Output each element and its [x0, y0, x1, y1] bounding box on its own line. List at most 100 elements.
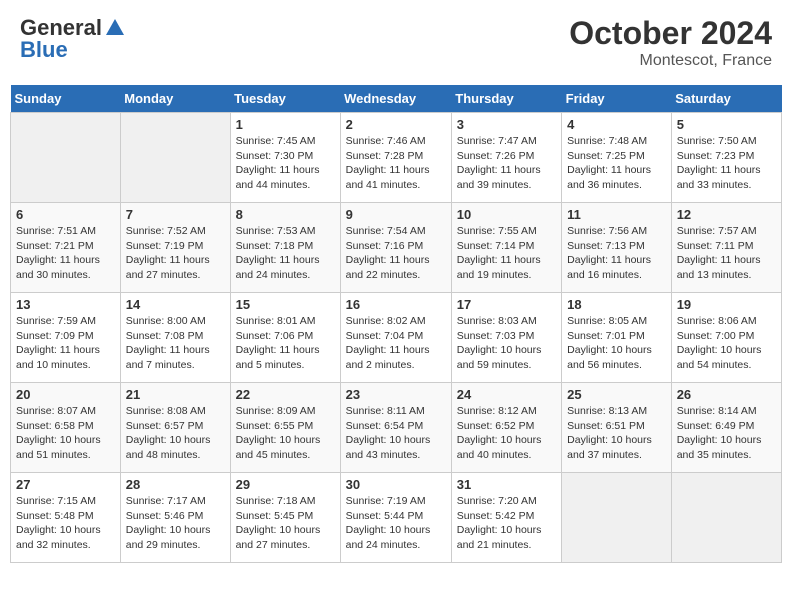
- day-number: 17: [457, 297, 556, 312]
- calendar-table: SundayMondayTuesdayWednesdayThursdayFrid…: [10, 85, 782, 563]
- header-row: SundayMondayTuesdayWednesdayThursdayFrid…: [11, 85, 782, 113]
- day-info: Sunrise: 8:09 AM Sunset: 6:55 PM Dayligh…: [236, 404, 335, 463]
- title-block: October 2024 Montescot, France: [569, 15, 772, 70]
- location: Montescot, France: [569, 52, 772, 70]
- day-info: Sunrise: 8:08 AM Sunset: 6:57 PM Dayligh…: [126, 404, 225, 463]
- day-number: 23: [346, 387, 446, 402]
- day-cell: [671, 473, 781, 563]
- day-cell: 10Sunrise: 7:55 AM Sunset: 7:14 PM Dayli…: [451, 203, 561, 293]
- day-info: Sunrise: 8:05 AM Sunset: 7:01 PM Dayligh…: [567, 314, 666, 373]
- day-info: Sunrise: 7:50 AM Sunset: 7:23 PM Dayligh…: [677, 134, 776, 193]
- day-number: 8: [236, 207, 335, 222]
- day-info: Sunrise: 8:06 AM Sunset: 7:00 PM Dayligh…: [677, 314, 776, 373]
- day-cell: 18 Sunrise: 8:05 AM Sunset: 7:01 PM Dayli…: [562, 293, 672, 383]
- day-cell: 25 Sunrise: 8:13 AM Sunset: 6:51 PM Dayli…: [562, 383, 672, 473]
- day-info: Sunrise: 8:03 AM Sunset: 7:03 PM Dayligh…: [457, 314, 556, 373]
- day-cell: 8 Sunrise: 7:53 AM Sunset: 7:18 PM Daylig…: [230, 203, 340, 293]
- day-number: 13: [16, 297, 115, 312]
- week-row-5: 27 Sunrise: 7:15 AM Sunset: 5:48 PM Dayli…: [11, 473, 782, 563]
- day-info: Sunrise: 7:59 AM Sunset: 7:09 PM Dayligh…: [16, 314, 115, 373]
- day-info: Sunrise: 7:18 AM Sunset: 5:45 PM Dayligh…: [236, 494, 335, 553]
- day-cell: 14 Sunrise: 8:00 AM Sunset: 7:08 PM Dayli…: [120, 293, 230, 383]
- day-number: 1: [236, 117, 335, 132]
- day-cell: 12 Sunrise: 7:57 AM Sunset: 7:11 PM Dayli…: [671, 203, 781, 293]
- day-cell: 11 Sunrise: 7:56 AM Sunset: 7:13 PM Dayli…: [562, 203, 672, 293]
- day-cell: 19 Sunrise: 8:06 AM Sunset: 7:00 PM Dayli…: [671, 293, 781, 383]
- day-info: Sunrise: 7:48 AM Sunset: 7:25 PM Dayligh…: [567, 134, 666, 193]
- day-cell: 7 Sunrise: 7:52 AM Sunset: 7:19 PM Daylig…: [120, 203, 230, 293]
- day-number: 5: [677, 117, 776, 132]
- day-info: Sunrise: 7:45 AM Sunset: 7:30 PM Dayligh…: [236, 134, 335, 193]
- day-cell: 31Sunrise: 7:20 AM Sunset: 5:42 PM Dayli…: [451, 473, 561, 563]
- day-cell: 30Sunrise: 7:19 AM Sunset: 5:44 PM Dayli…: [340, 473, 451, 563]
- day-cell: 3 Sunrise: 7:47 AM Sunset: 7:26 PM Daylig…: [451, 113, 561, 203]
- day-cell: 17 Sunrise: 8:03 AM Sunset: 7:03 PM Dayli…: [451, 293, 561, 383]
- logo-icon: [104, 17, 126, 39]
- day-cell: 13 Sunrise: 7:59 AM Sunset: 7:09 PM Dayli…: [11, 293, 121, 383]
- page-header: General Blue October 2024 Montescot, Fra…: [10, 10, 782, 75]
- day-info: Sunrise: 7:20 AM Sunset: 5:42 PM Dayligh…: [457, 494, 556, 553]
- day-cell: [562, 473, 672, 563]
- col-header-saturday: Saturday: [671, 85, 781, 113]
- day-number: 9: [346, 207, 446, 222]
- week-row-2: 6 Sunrise: 7:51 AM Sunset: 7:21 PM Daylig…: [11, 203, 782, 293]
- day-cell: [11, 113, 121, 203]
- day-info: Sunrise: 7:17 AM Sunset: 5:46 PM Dayligh…: [126, 494, 225, 553]
- day-number: 18: [567, 297, 666, 312]
- day-number: 30: [346, 477, 446, 492]
- day-cell: 9 Sunrise: 7:54 AM Sunset: 7:16 PM Daylig…: [340, 203, 451, 293]
- day-info: Sunrise: 7:51 AM Sunset: 7:21 PM Dayligh…: [16, 224, 115, 283]
- day-info: Sunrise: 8:13 AM Sunset: 6:51 PM Dayligh…: [567, 404, 666, 463]
- day-info: Sunrise: 8:07 AM Sunset: 6:58 PM Dayligh…: [16, 404, 115, 463]
- week-row-1: 1 Sunrise: 7:45 AM Sunset: 7:30 PM Daylig…: [11, 113, 782, 203]
- day-info: Sunrise: 8:12 AM Sunset: 6:52 PM Dayligh…: [457, 404, 556, 463]
- day-number: 4: [567, 117, 666, 132]
- col-header-tuesday: Tuesday: [230, 85, 340, 113]
- day-cell: [120, 113, 230, 203]
- col-header-friday: Friday: [562, 85, 672, 113]
- month-title: October 2024: [569, 15, 772, 52]
- day-number: 2: [346, 117, 446, 132]
- day-info: Sunrise: 7:52 AM Sunset: 7:19 PM Dayligh…: [126, 224, 225, 283]
- day-info: Sunrise: 7:46 AM Sunset: 7:28 PM Dayligh…: [346, 134, 446, 193]
- day-info: Sunrise: 8:01 AM Sunset: 7:06 PM Dayligh…: [236, 314, 335, 373]
- day-number: 6: [16, 207, 115, 222]
- day-info: Sunrise: 8:11 AM Sunset: 6:54 PM Dayligh…: [346, 404, 446, 463]
- day-info: Sunrise: 7:57 AM Sunset: 7:11 PM Dayligh…: [677, 224, 776, 283]
- day-number: 25: [567, 387, 666, 402]
- day-number: 7: [126, 207, 225, 222]
- day-cell: 20Sunrise: 8:07 AM Sunset: 6:58 PM Dayli…: [11, 383, 121, 473]
- day-number: 3: [457, 117, 556, 132]
- day-cell: 22 Sunrise: 8:09 AM Sunset: 6:55 PM Dayli…: [230, 383, 340, 473]
- day-number: 10: [457, 207, 556, 222]
- day-cell: 15 Sunrise: 8:01 AM Sunset: 7:06 PM Dayli…: [230, 293, 340, 383]
- day-cell: 23 Sunrise: 8:11 AM Sunset: 6:54 PM Dayli…: [340, 383, 451, 473]
- day-info: Sunrise: 7:15 AM Sunset: 5:48 PM Dayligh…: [16, 494, 115, 553]
- day-number: 29: [236, 477, 335, 492]
- day-number: 21: [126, 387, 225, 402]
- day-cell: 4 Sunrise: 7:48 AM Sunset: 7:25 PM Daylig…: [562, 113, 672, 203]
- day-info: Sunrise: 7:56 AM Sunset: 7:13 PM Dayligh…: [567, 224, 666, 283]
- day-number: 26: [677, 387, 776, 402]
- day-info: Sunrise: 8:00 AM Sunset: 7:08 PM Dayligh…: [126, 314, 225, 373]
- day-info: Sunrise: 8:02 AM Sunset: 7:04 PM Dayligh…: [346, 314, 446, 373]
- week-row-4: 20Sunrise: 8:07 AM Sunset: 6:58 PM Dayli…: [11, 383, 782, 473]
- day-number: 15: [236, 297, 335, 312]
- day-number: 14: [126, 297, 225, 312]
- day-number: 27: [16, 477, 115, 492]
- day-cell: 26Sunrise: 8:14 AM Sunset: 6:49 PM Dayli…: [671, 383, 781, 473]
- day-info: Sunrise: 7:54 AM Sunset: 7:16 PM Dayligh…: [346, 224, 446, 283]
- day-cell: 21 Sunrise: 8:08 AM Sunset: 6:57 PM Dayli…: [120, 383, 230, 473]
- day-info: Sunrise: 7:53 AM Sunset: 7:18 PM Dayligh…: [236, 224, 335, 283]
- day-number: 22: [236, 387, 335, 402]
- day-info: Sunrise: 7:47 AM Sunset: 7:26 PM Dayligh…: [457, 134, 556, 193]
- day-number: 12: [677, 207, 776, 222]
- day-cell: 28Sunrise: 7:17 AM Sunset: 5:46 PM Dayli…: [120, 473, 230, 563]
- day-cell: 1 Sunrise: 7:45 AM Sunset: 7:30 PM Daylig…: [230, 113, 340, 203]
- day-number: 11: [567, 207, 666, 222]
- col-header-sunday: Sunday: [11, 85, 121, 113]
- col-header-monday: Monday: [120, 85, 230, 113]
- day-cell: 27 Sunrise: 7:15 AM Sunset: 5:48 PM Dayli…: [11, 473, 121, 563]
- day-number: 19: [677, 297, 776, 312]
- day-number: 24: [457, 387, 556, 402]
